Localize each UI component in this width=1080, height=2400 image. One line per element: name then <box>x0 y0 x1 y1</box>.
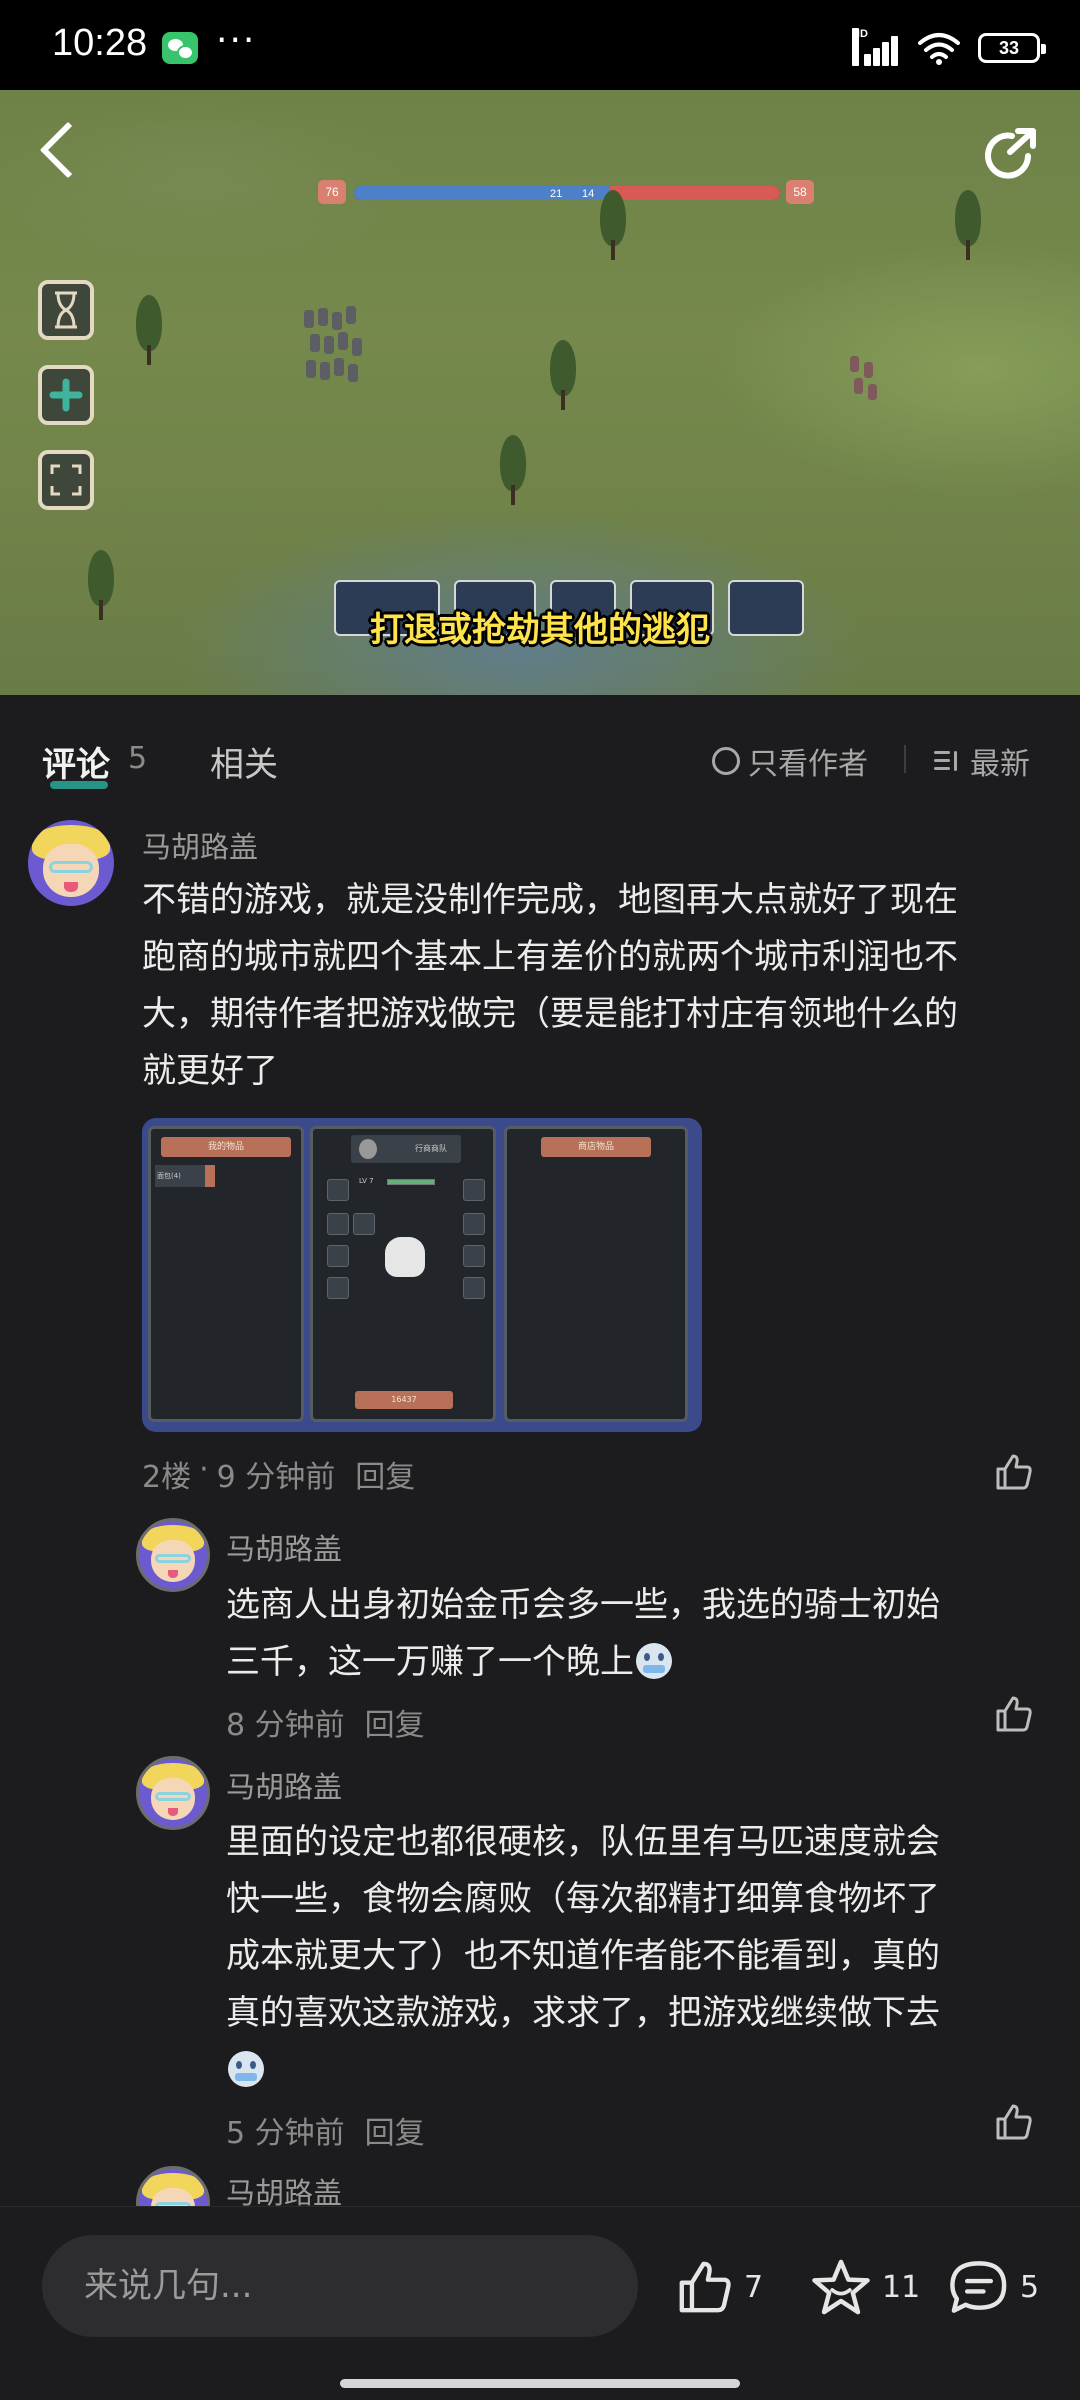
like-icon <box>679 2261 731 2313</box>
video-subtitle: 打退或抢劫其他的逃犯 <box>370 610 710 650</box>
right-army-count: 14 <box>582 188 595 200</box>
panel-title: 商店物品 <box>541 1137 651 1157</box>
comment-line: 就更好了 <box>142 1051 278 1091</box>
comment-line: 大，期待作者把游戏做完（要是能打村庄有领地什么的 <box>142 994 958 1034</box>
comment-image-attachment[interactable]: 我的物品 面包(4) 行商商队 LV 7 16437 商店物品 <box>142 1118 702 1432</box>
health-track: 21 14 <box>354 186 780 200</box>
comment-line: 真的喜欢这款游戏，求求了，把游戏继续做下去 <box>226 1993 940 2033</box>
reply-text: 选商人出身初始金币会多一些，我选的骑士初始 三千，这一万赚了一个晚上 <box>226 1577 1056 1691</box>
panel-title: 我的物品 <box>161 1137 291 1157</box>
more-notifications-icon: ··· <box>216 20 257 61</box>
like-button[interactable]: 7 <box>676 2257 763 2317</box>
tree-decoration <box>550 340 576 410</box>
player-health-fill <box>354 186 610 200</box>
player-troops <box>300 300 370 410</box>
comment-meta: 2楼 · 9 分钟前 回复 <box>142 1452 415 1496</box>
sort-icon <box>934 748 962 774</box>
comment-username[interactable]: 马胡路盖 <box>142 824 258 866</box>
reply-meta: 5 分钟前 回复 <box>226 2108 425 2152</box>
share-icon[interactable] <box>982 126 1042 186</box>
coin-count: 16437 <box>355 1391 453 1409</box>
like-icon[interactable] <box>994 2102 1034 2142</box>
shop-panel: 商店物品 <box>504 1126 688 1422</box>
tree-decoration <box>136 295 162 365</box>
tree-decoration <box>955 190 981 260</box>
battle-health-bar: 76 21 14 58 <box>318 180 818 206</box>
star-icon <box>812 2259 870 2315</box>
comments-count: 5 <box>1020 2269 1040 2305</box>
crying-emoji-icon <box>228 2051 264 2087</box>
tree-decoration <box>600 190 626 260</box>
plus-icon[interactable] <box>38 365 94 425</box>
comment-line: 三千，这一万赚了一个晚上 <box>226 1642 634 1682</box>
wifi-icon <box>918 33 960 65</box>
crying-emoji-icon <box>636 1643 672 1679</box>
comment-tabs: 评论 5 相关 只看作者 最新 <box>0 695 1080 825</box>
comment-text: 不错的游戏，就是没制作完成，地图再大点就好了现在 跑商的城市就四个基本上有差价的… <box>142 872 1042 1100</box>
status-bar: 10:28 ··· HD 33 <box>0 0 1080 90</box>
avatar[interactable] <box>136 1756 210 1830</box>
like-icon[interactable] <box>994 1694 1034 1734</box>
comment-input[interactable]: 来说几句... <box>42 2235 638 2337</box>
wechat-notification-icon <box>162 32 198 64</box>
back-icon[interactable] <box>39 121 97 179</box>
caravan-panel: 行商商队 LV 7 16437 <box>310 1126 496 1422</box>
author-only-label: 只看作者 <box>748 747 868 782</box>
avatar[interactable] <box>28 820 114 906</box>
reply-username[interactable]: 马胡路盖 <box>226 1526 342 1568</box>
favorite-count: 11 <box>882 2269 921 2305</box>
comment-line: 选商人出身初始金币会多一些，我选的骑士初始 <box>226 1585 940 1625</box>
reply-time: 8 分钟前 <box>226 1708 345 1743</box>
reply-username[interactable]: 马胡路盖 <box>226 1764 342 1806</box>
reply-button[interactable]: 回复 <box>365 2108 425 2152</box>
bottom-action-bar: 来说几句... 7 11 5 <box>0 2206 1080 2400</box>
tab-related[interactable]: 相关 <box>210 737 278 786</box>
radio-circle-icon <box>712 747 740 775</box>
floor-number: 2楼 <box>142 1460 192 1495</box>
comment-time: 9 分钟前 <box>216 1460 336 1495</box>
reply-button[interactable]: 回复 <box>365 1700 425 1744</box>
enemy-health-fill <box>609 186 780 200</box>
author-only-filter[interactable]: 只看作者 <box>712 739 868 783</box>
left-army-count: 21 <box>550 188 563 200</box>
comment-line: 成本就更大了）也不知道作者能不能看到，真的 <box>226 1936 940 1976</box>
caravan-level: LV 7 <box>359 1177 374 1185</box>
sort-latest-label: 最新 <box>970 747 1030 782</box>
comment-line: 里面的设定也都很硬核，队伍里有马匹速度就会 <box>226 1822 940 1862</box>
status-time: 10:28 <box>52 22 148 64</box>
enemy-troops <box>846 352 882 410</box>
reply-button[interactable]: 回复 <box>355 1452 415 1496</box>
comment-bubble-icon <box>950 2261 1007 2313</box>
fullscreen-icon[interactable] <box>38 450 94 510</box>
comment-line: 不错的游戏，就是没制作完成，地图再大点就好了现在 <box>142 880 958 920</box>
comment-line: 跑商的城市就四个基本上有差价的就两个城市利润也不 <box>142 937 958 977</box>
comments-button[interactable]: 5 <box>948 2257 1039 2317</box>
reply-time: 5 分钟前 <box>226 2116 345 2151</box>
video-player[interactable]: 76 21 14 58 打退或抢劫其他的逃犯 <box>0 90 1080 695</box>
sort-latest-button[interactable]: 最新 <box>934 739 1030 783</box>
right-army-cap: 58 <box>786 180 814 204</box>
left-army-cap: 76 <box>318 180 346 204</box>
home-indicator[interactable] <box>340 2379 740 2388</box>
comment-line: 快一些，食物会腐败（每次都精打细算食物坏了 <box>226 1879 940 1919</box>
reply-meta: 8 分钟前 回复 <box>226 1700 425 1744</box>
tree-decoration <box>500 435 526 505</box>
divider <box>904 745 906 773</box>
avatar[interactable] <box>136 1518 210 1592</box>
favorite-button[interactable]: 11 <box>810 2257 920 2317</box>
inventory-item: 面包(4) <box>155 1165 205 1187</box>
horse-rider-sprite <box>385 1237 425 1277</box>
like-icon[interactable] <box>994 1452 1034 1492</box>
tab-comments[interactable]: 评论 <box>42 737 110 786</box>
network-type-label: HD <box>852 28 868 66</box>
reply-text: 里面的设定也都很硬核，队伍里有马匹速度就会 快一些，食物会腐败（每次都精打细算食… <box>226 1814 1056 2099</box>
inventory-panel: 我的物品 面包(4) <box>148 1126 304 1422</box>
hourglass-icon[interactable] <box>38 280 94 340</box>
signal-icon: HD <box>852 28 900 66</box>
battery-icon: 33 <box>978 33 1046 63</box>
like-count: 7 <box>744 2269 764 2305</box>
separator: · <box>199 1452 209 1487</box>
comments-count: 5 <box>128 741 148 776</box>
